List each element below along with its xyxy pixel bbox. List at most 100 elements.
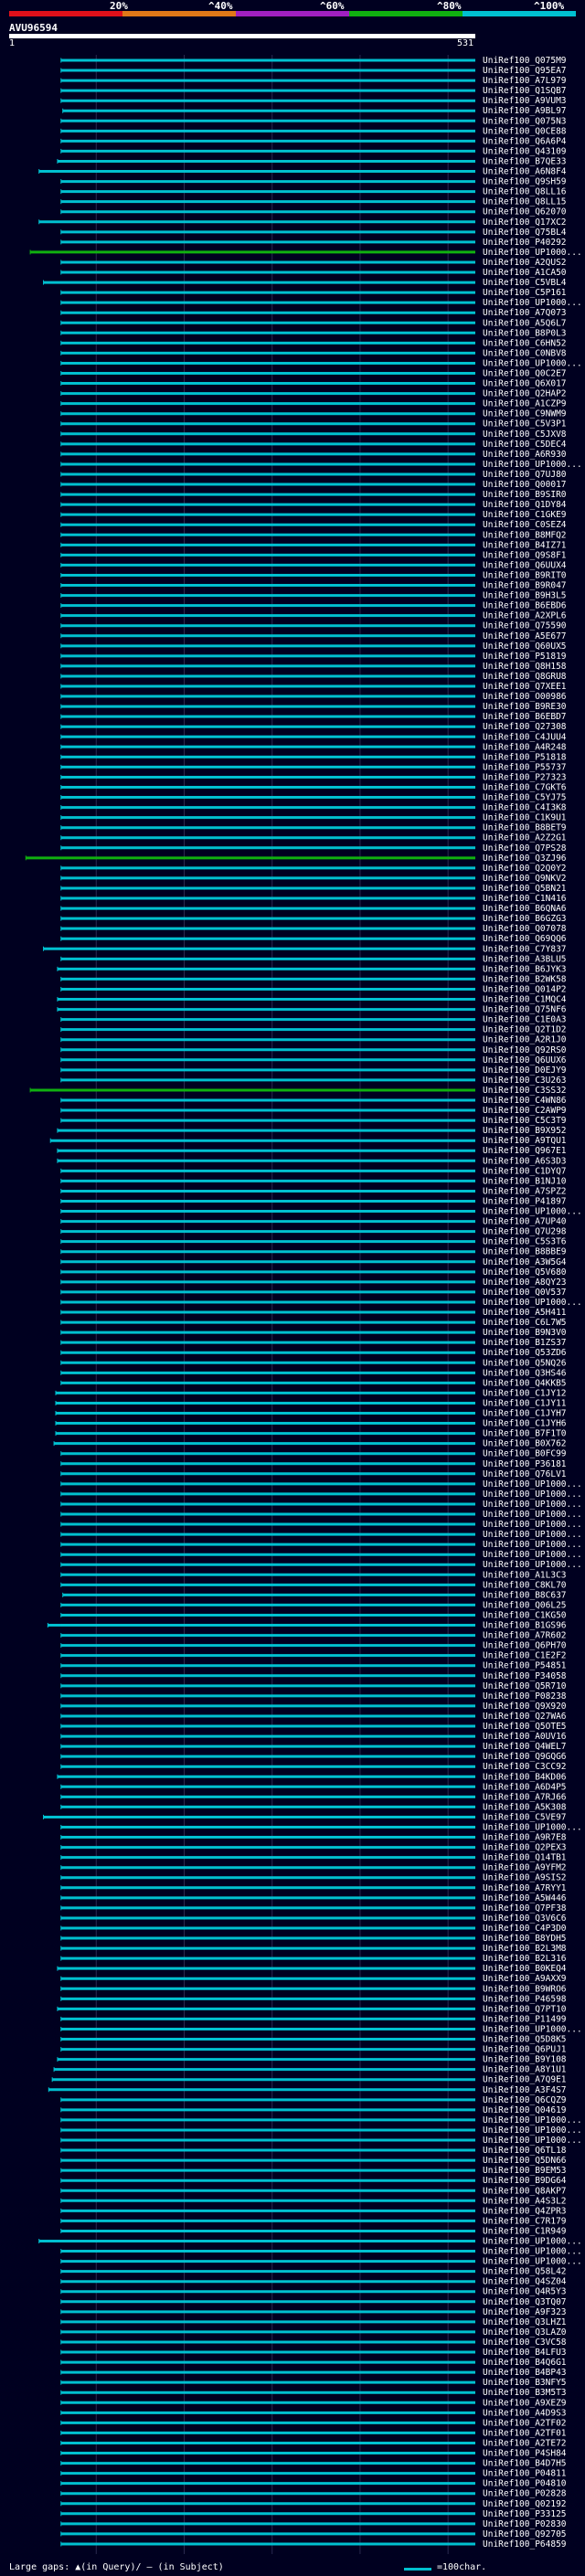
hit-label[interactable]: UniRef100_Q5DN66: [483, 2156, 567, 2166]
hit-label[interactable]: UniRef100_B4IZ71: [483, 540, 567, 550]
hit-label[interactable]: UniRef100_Q0CE88: [483, 126, 567, 136]
hit-label[interactable]: UniRef100_Q3LHZ1: [483, 2317, 567, 2327]
hit-label[interactable]: UniRef100_Q8LL15: [483, 197, 567, 207]
hit-label[interactable]: UniRef100_Q0C2E7: [483, 369, 567, 379]
hit-label[interactable]: UniRef100_P40292: [483, 238, 567, 248]
hit-label[interactable]: UniRef100_B9RIT0: [483, 570, 567, 580]
hit-label[interactable]: UniRef100_Q6PUJ1: [483, 2045, 567, 2055]
hit-label[interactable]: UniRef100_A9VUM3: [483, 96, 567, 106]
hit-label[interactable]: UniRef100_A5H411: [483, 1308, 567, 1318]
hit-label[interactable]: UniRef100_P34058: [483, 1671, 567, 1681]
hit-label[interactable]: UniRef100_Q2T1D2: [483, 1025, 567, 1035]
hit-label[interactable]: UniRef100_C3U263: [483, 1076, 567, 1086]
hit-label[interactable]: UniRef100_Q6A6P4: [483, 136, 567, 146]
hit-label[interactable]: UniRef100_A4S3L2: [483, 2196, 567, 2206]
hit-label[interactable]: UniRef100_Q9X920: [483, 1701, 567, 1712]
hit-label[interactable]: UniRef100_Q7PT10: [483, 2004, 567, 2014]
hit-label[interactable]: UniRef100_Q95EA7: [483, 66, 567, 76]
hit-label[interactable]: UniRef100_Q014P2: [483, 984, 567, 994]
hit-label[interactable]: UniRef100_Q27WA6: [483, 1712, 567, 1722]
hit-label[interactable]: UniRef100_C3VC58: [483, 2337, 567, 2348]
hit-label[interactable]: UniRef100_C7Y837: [483, 944, 567, 954]
hit-label[interactable]: UniRef100_UP1000...: [483, 1479, 582, 1489]
hit-label[interactable]: UniRef100_C1N416: [483, 894, 567, 904]
hit-label[interactable]: UniRef100_B3NFY5: [483, 2378, 567, 2388]
hit-label[interactable]: UniRef100_C0SEZ4: [483, 520, 567, 530]
hit-label[interactable]: UniRef100_A3BLU5: [483, 954, 567, 964]
hit-label[interactable]: UniRef100_A7RJ66: [483, 1792, 567, 1802]
hit-label[interactable]: UniRef100_Q9SH59: [483, 177, 567, 187]
hit-label[interactable]: UniRef100_C5YJ75: [483, 793, 567, 803]
hit-label[interactable]: UniRef100_A9TQU1: [483, 1136, 567, 1146]
hit-label[interactable]: UniRef100_A5Q6L7: [483, 318, 567, 328]
hit-label[interactable]: UniRef100_B9WRO6: [483, 1984, 567, 1994]
hit-label[interactable]: UniRef100_C8KL70: [483, 1580, 567, 1590]
hit-label[interactable]: UniRef100_A1CA50: [483, 268, 567, 278]
hit-label[interactable]: UniRef100_UP1000...: [483, 1540, 582, 1550]
hit-label[interactable]: UniRef100_C1K9U1: [483, 813, 567, 823]
hit-label[interactable]: UniRef100_C6L7W5: [483, 1318, 567, 1328]
hit-label[interactable]: UniRef100_C5V3P1: [483, 419, 567, 429]
hit-label[interactable]: UniRef100_A7UP40: [483, 1217, 567, 1227]
hit-label[interactable]: UniRef100_Q58L42: [483, 2267, 567, 2277]
hit-label[interactable]: UniRef100_C1R949: [483, 2226, 567, 2236]
hit-label[interactable]: UniRef100_P41897: [483, 1196, 567, 1206]
hit-label[interactable]: UniRef100_B9Y108: [483, 2055, 567, 2065]
hit-label[interactable]: UniRef100_A9XEZ9: [483, 2398, 567, 2408]
hit-label[interactable]: UniRef100_B9SIR0: [483, 490, 567, 500]
hit-label[interactable]: UniRef100_C1JYH6: [483, 1419, 567, 1429]
hit-label[interactable]: UniRef100_Q8GRU8: [483, 672, 567, 682]
hit-label[interactable]: UniRef100_C4I3K8: [483, 803, 567, 813]
hit-label[interactable]: UniRef100_C1JY11: [483, 1398, 567, 1408]
hit-label[interactable]: UniRef100_A7L979: [483, 76, 567, 86]
hit-label[interactable]: UniRef100_A6D4P5: [483, 1782, 567, 1792]
hit-label[interactable]: UniRef100_UP1000...: [483, 2136, 582, 2146]
hit-label[interactable]: UniRef100_C1JYH7: [483, 1409, 567, 1419]
hit-label[interactable]: UniRef100_UP1000...: [483, 2247, 582, 2257]
hit-label[interactable]: UniRef100_P27323: [483, 772, 567, 782]
hit-label[interactable]: UniRef100_Q69QQ6: [483, 934, 567, 944]
hit-label[interactable]: UniRef100_Q92705: [483, 2529, 567, 2539]
hit-label[interactable]: UniRef100_A4D9S3: [483, 2408, 567, 2418]
hit-label[interactable]: UniRef100_Q8LL16: [483, 187, 567, 197]
hit-label[interactable]: UniRef100_Q3HS46: [483, 1368, 567, 1378]
hit-label[interactable]: UniRef100_Q75BL4: [483, 228, 567, 238]
hit-label[interactable]: UniRef100_B6QNA6: [483, 904, 567, 914]
hit-label[interactable]: UniRef100_A7Q073: [483, 308, 567, 318]
hit-label[interactable]: UniRef100_C7R179: [483, 2216, 567, 2226]
hit-label[interactable]: UniRef100_C4JUU4: [483, 732, 567, 742]
hit-label[interactable]: UniRef100_Q7UJ80: [483, 470, 567, 480]
hit-label[interactable]: UniRef100_UP1000...: [483, 1530, 582, 1540]
hit-label[interactable]: UniRef100_Q5V680: [483, 1267, 567, 1277]
hit-label[interactable]: UniRef100_A3F4S7: [483, 2085, 567, 2095]
hit-label[interactable]: UniRef100_A7Q9E1: [483, 2075, 567, 2085]
hit-label[interactable]: UniRef100_B7F1T0: [483, 1429, 567, 1439]
hit-label[interactable]: UniRef100_Q92RS0: [483, 1045, 567, 1055]
hit-label[interactable]: UniRef100_UP1000...: [483, 1550, 582, 1560]
hit-label[interactable]: UniRef100_B0FC99: [483, 1449, 567, 1459]
hit-label[interactable]: UniRef100_P33125: [483, 2509, 567, 2519]
hit-label[interactable]: UniRef100_P51819: [483, 652, 567, 662]
hit-label[interactable]: UniRef100_Q3LAZ0: [483, 2327, 567, 2337]
hit-label[interactable]: UniRef100_Q14TB1: [483, 1853, 567, 1863]
hit-label[interactable]: UniRef100_P55737: [483, 762, 567, 772]
hit-label[interactable]: UniRef100_B4KD06: [483, 1772, 567, 1782]
hit-label[interactable]: UniRef100_Q0V537: [483, 1288, 567, 1298]
hit-label[interactable]: UniRef100_UP1000...: [483, 2236, 582, 2246]
hit-label[interactable]: UniRef100_Q53ZD6: [483, 1348, 567, 1358]
hit-label[interactable]: UniRef100_Q6TL18: [483, 2146, 567, 2156]
hit-label[interactable]: UniRef100_C1JY12: [483, 1388, 567, 1398]
hit-label[interactable]: UniRef100_Q3V6C6: [483, 1913, 567, 1924]
hit-label[interactable]: UniRef100_B9R047: [483, 581, 567, 591]
hit-label[interactable]: UniRef100_C3CC92: [483, 1762, 567, 1772]
hit-label[interactable]: UniRef100_B9X952: [483, 1126, 567, 1136]
hit-label[interactable]: UniRef100_A1CZP9: [483, 399, 567, 409]
hit-label[interactable]: UniRef100_Q2PEX3: [483, 1843, 567, 1853]
hit-label[interactable]: UniRef100_A8QY23: [483, 1277, 567, 1288]
hit-label[interactable]: UniRef100_Q967E1: [483, 1146, 567, 1156]
hit-label[interactable]: UniRef100_A2Z2G1: [483, 833, 567, 843]
hit-label[interactable]: UniRef100_Q7U298: [483, 1227, 567, 1237]
hit-label[interactable]: UniRef100_Q9S8F1: [483, 550, 567, 560]
hit-label[interactable]: UniRef100_C1MQC4: [483, 995, 567, 1005]
hit-label[interactable]: UniRef100_P11499: [483, 2014, 567, 2024]
